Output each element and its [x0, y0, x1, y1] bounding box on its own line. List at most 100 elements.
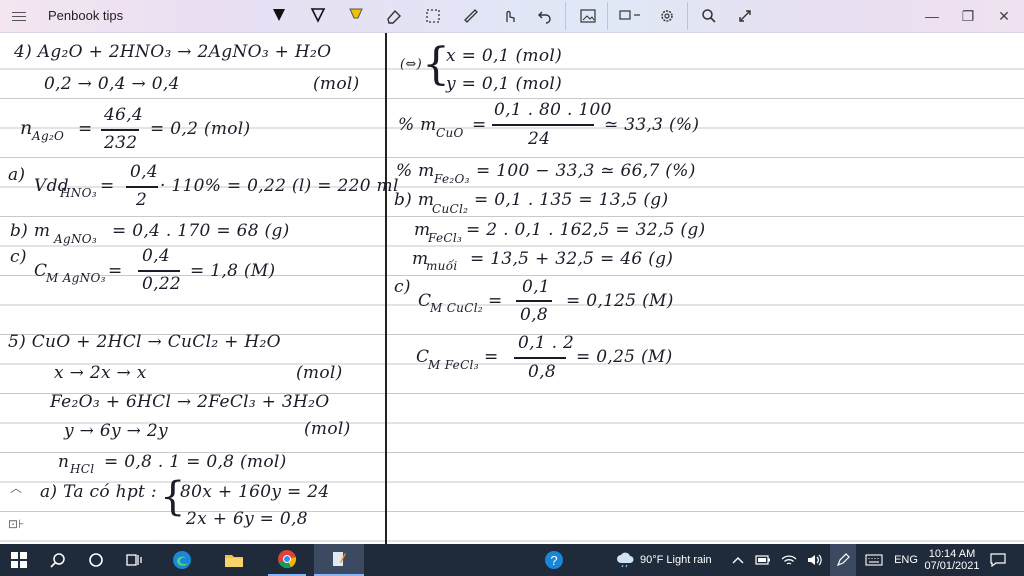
fraction-bar: [516, 300, 552, 302]
ink-line: 80x + 160y = 24: [180, 482, 330, 502]
keyboard-icon[interactable]: [860, 544, 888, 576]
note-canvas[interactable]: 4) Ag₂O + 2HNO₃ → 2AgNO₃ + H₂O 0,2 → 0,4…: [0, 33, 1024, 544]
touch-writing-icon[interactable]: [495, 4, 523, 28]
image-icon[interactable]: [574, 4, 602, 28]
ink-line: b) m: [10, 221, 51, 241]
edge-browser-icon[interactable]: [164, 544, 200, 576]
ink-line: 24: [528, 129, 551, 149]
taskbar: ? 90°F Light rain ENG 10:14 AM 07/01/202…: [0, 544, 1024, 576]
settings-icon[interactable]: [653, 4, 681, 28]
cortana-icon[interactable]: [78, 544, 114, 576]
ink-line: = 0,1 . 135 = 13,5 (g): [474, 190, 669, 210]
weather-text[interactable]: 90°F Light rain: [640, 544, 720, 576]
ink-line: 232: [104, 133, 138, 153]
ink-line: 46,4: [104, 105, 144, 125]
help-icon[interactable]: ?: [540, 544, 568, 576]
ink-line: =: [484, 347, 499, 367]
clock-date: 07/01/2021: [924, 560, 980, 572]
ink-subscript: M AgNO₃: [46, 271, 106, 285]
clock-time: 10:14 AM: [928, 548, 976, 560]
chevron-up-icon[interactable]: [728, 544, 748, 576]
ink-line: b) m: [394, 190, 435, 210]
ink-subscript: Ag₂O: [32, 129, 65, 143]
ink-line: =: [100, 176, 115, 196]
start-button[interactable]: [0, 544, 38, 576]
ink-line: 2x + 6y = 0,8: [186, 509, 308, 529]
ink-subscript: Fe₂O₃: [434, 172, 470, 186]
ink-line: = 2 . 0,1 . 162,5 = 32,5 (g): [466, 220, 706, 240]
fraction-bar: [101, 129, 139, 131]
ink-line: (mol): [296, 363, 343, 383]
ink-line: (mol): [304, 419, 351, 439]
ink-line: · 110% = 0,22 (l) = 220 ml: [160, 176, 399, 196]
cloud-rain-icon: [614, 544, 638, 576]
penbook-app-icon[interactable]: [314, 544, 364, 576]
ink-line: =: [488, 291, 503, 311]
ink-line: (⇔): [400, 57, 422, 72]
page-divider: [385, 33, 387, 544]
pen-menu-icon[interactable]: [830, 544, 856, 576]
fraction-bar: [126, 186, 158, 188]
ink-line: =: [472, 115, 487, 135]
ink-subscript: CuO: [436, 126, 464, 140]
pen-black-icon[interactable]: [265, 4, 293, 28]
ink-line: 5) CuO + 2HCl → CuCl₂ + H₂O: [8, 332, 281, 352]
highlighter-icon[interactable]: [342, 4, 370, 28]
page-panel-icon[interactable]: ⊡⊦: [8, 517, 24, 531]
app-title: Penbook tips: [48, 8, 124, 23]
ink-line: 0,4: [130, 162, 158, 182]
close-button[interactable]: ✕: [986, 4, 1022, 28]
ink-line: 4) Ag₂O + 2HNO₃ → 2AgNO₃ + H₂O: [14, 42, 332, 62]
ink-line: = 0,8 . 1 = 0,8 (mol): [104, 452, 287, 472]
battery-icon[interactable]: [752, 544, 774, 576]
menu-icon[interactable]: [12, 9, 26, 23]
ink-subscript: AgNO₃: [54, 232, 97, 246]
ink-subscript: M CuCl₂: [430, 301, 483, 315]
expand-icon[interactable]: [731, 4, 759, 28]
ink-line: % m: [398, 115, 437, 135]
ink-line: x → 2x → x: [54, 363, 147, 383]
ink-line: a) Ta có hpt :: [40, 482, 157, 502]
ink-line: 0,2 → 0,4 → 0,4: [44, 74, 180, 94]
clock[interactable]: 10:14 AM 07/01/2021: [924, 544, 980, 576]
pen-outline-icon[interactable]: [304, 4, 332, 28]
maximize-button[interactable]: ❐: [950, 4, 986, 28]
ink-line: 0,8: [520, 305, 548, 325]
task-view-icon[interactable]: [116, 544, 152, 576]
fraction-bar: [514, 357, 566, 359]
eraser-icon[interactable]: [380, 4, 408, 28]
ink-subscript: FeCl₃: [428, 231, 463, 245]
search-icon[interactable]: [40, 544, 76, 576]
lasso-select-icon[interactable]: [419, 4, 447, 28]
language-indicator[interactable]: ENG: [892, 544, 920, 576]
toolbar-separator: [687, 2, 688, 30]
wifi-icon[interactable]: [778, 544, 800, 576]
ink-line: c): [10, 247, 27, 267]
ink-line: % m: [396, 161, 435, 181]
ink-line: = 13,5 + 32,5 = 46 (g): [470, 249, 674, 269]
file-explorer-icon[interactable]: [216, 544, 252, 576]
ink-line: = 0,2 (mol): [150, 119, 251, 139]
search-icon[interactable]: [695, 4, 723, 28]
minimize-button[interactable]: —: [914, 4, 950, 28]
ink-line: = 1,8 (M): [190, 261, 276, 281]
ink-line: c): [394, 277, 411, 297]
ink-line: y → 6y → 2y: [64, 421, 168, 441]
ink-line: 0,1 . 2: [518, 333, 575, 353]
ink-line: = 0,25 (M): [576, 347, 673, 367]
notifications-icon[interactable]: [984, 544, 1012, 576]
ink-subscript: HCl: [70, 462, 95, 476]
ink-line: n: [20, 117, 33, 139]
undo-icon[interactable]: [531, 4, 559, 28]
chrome-icon[interactable]: [268, 544, 306, 576]
ink-line: = 100 − 33,3 ≃ 66,7 (%): [476, 161, 696, 181]
toolbar-separator: [607, 2, 608, 30]
chevron-up-icon[interactable]: ︿: [10, 479, 22, 496]
shapes-icon[interactable]: [616, 4, 644, 28]
ink-line: 0,4: [142, 246, 170, 266]
volume-icon[interactable]: [804, 544, 826, 576]
ink-line: a): [8, 165, 26, 185]
ink-line: Fe₂O₃ + 6HCl → 2FeCl₃ + 3H₂O: [50, 392, 330, 412]
ink-subscript: CuCl₂: [432, 202, 469, 216]
ruler-icon[interactable]: [457, 4, 485, 28]
